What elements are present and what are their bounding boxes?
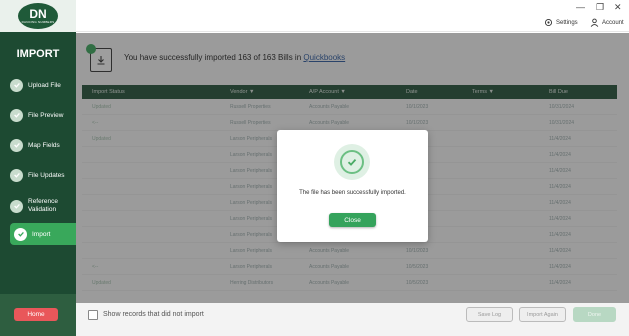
close-button[interactable]: Close (329, 213, 376, 227)
gear-icon (544, 18, 553, 27)
logo-area: DN DANCING NUMBERS (0, 0, 76, 32)
settings-button[interactable]: Settings (544, 18, 578, 27)
dialog-message: The file has been successfully imported. (299, 190, 406, 196)
step-label: Import (32, 230, 51, 238)
save-log-button[interactable]: Save Log (466, 307, 513, 322)
step-file-preview: File Preview (10, 103, 76, 127)
import-again-button[interactable]: Import Again (519, 307, 566, 322)
step-label: Upload File (28, 81, 61, 89)
step-label: Reference Validation (28, 198, 58, 213)
check-icon (10, 168, 23, 182)
home-button[interactable]: Home (14, 308, 58, 321)
restore-icon[interactable]: ❐ (596, 2, 604, 13)
check-icon (10, 108, 23, 122)
step-label: Map Fields (28, 141, 60, 149)
check-icon (14, 227, 27, 241)
step-reference-validation: Reference Validation (10, 194, 76, 218)
settings-label: Settings (556, 19, 578, 26)
step-label: File Preview (28, 111, 64, 119)
account-label: Account (602, 19, 624, 26)
done-button[interactable]: Done (573, 307, 616, 322)
minimize-icon[interactable]: — (576, 2, 585, 12)
success-check-icon (334, 144, 370, 180)
logo-mark: DN (29, 7, 47, 21)
step-map-fields: Map Fields (10, 133, 76, 157)
check-icon (10, 199, 23, 213)
top-bar (76, 0, 629, 32)
account-button[interactable]: Account (590, 18, 624, 27)
app-logo: DN DANCING NUMBERS (18, 3, 58, 29)
success-dialog: The file has been successfully imported.… (277, 130, 428, 242)
check-icon (10, 78, 23, 92)
show-records-checkbox[interactable] (88, 310, 98, 320)
sidebar-title: IMPORT (16, 48, 60, 60)
show-records-label: Show records that did not import (103, 311, 204, 318)
step-label: File Updates (28, 171, 65, 179)
logo-tagline: DANCING NUMBERS (21, 20, 55, 24)
step-import: Import (10, 223, 76, 245)
step-upload-file: Upload File (10, 73, 76, 97)
check-icon (10, 138, 23, 152)
close-icon[interactable]: ✕ (614, 2, 622, 13)
user-icon (590, 18, 599, 27)
step-file-updates: File Updates (10, 163, 76, 187)
